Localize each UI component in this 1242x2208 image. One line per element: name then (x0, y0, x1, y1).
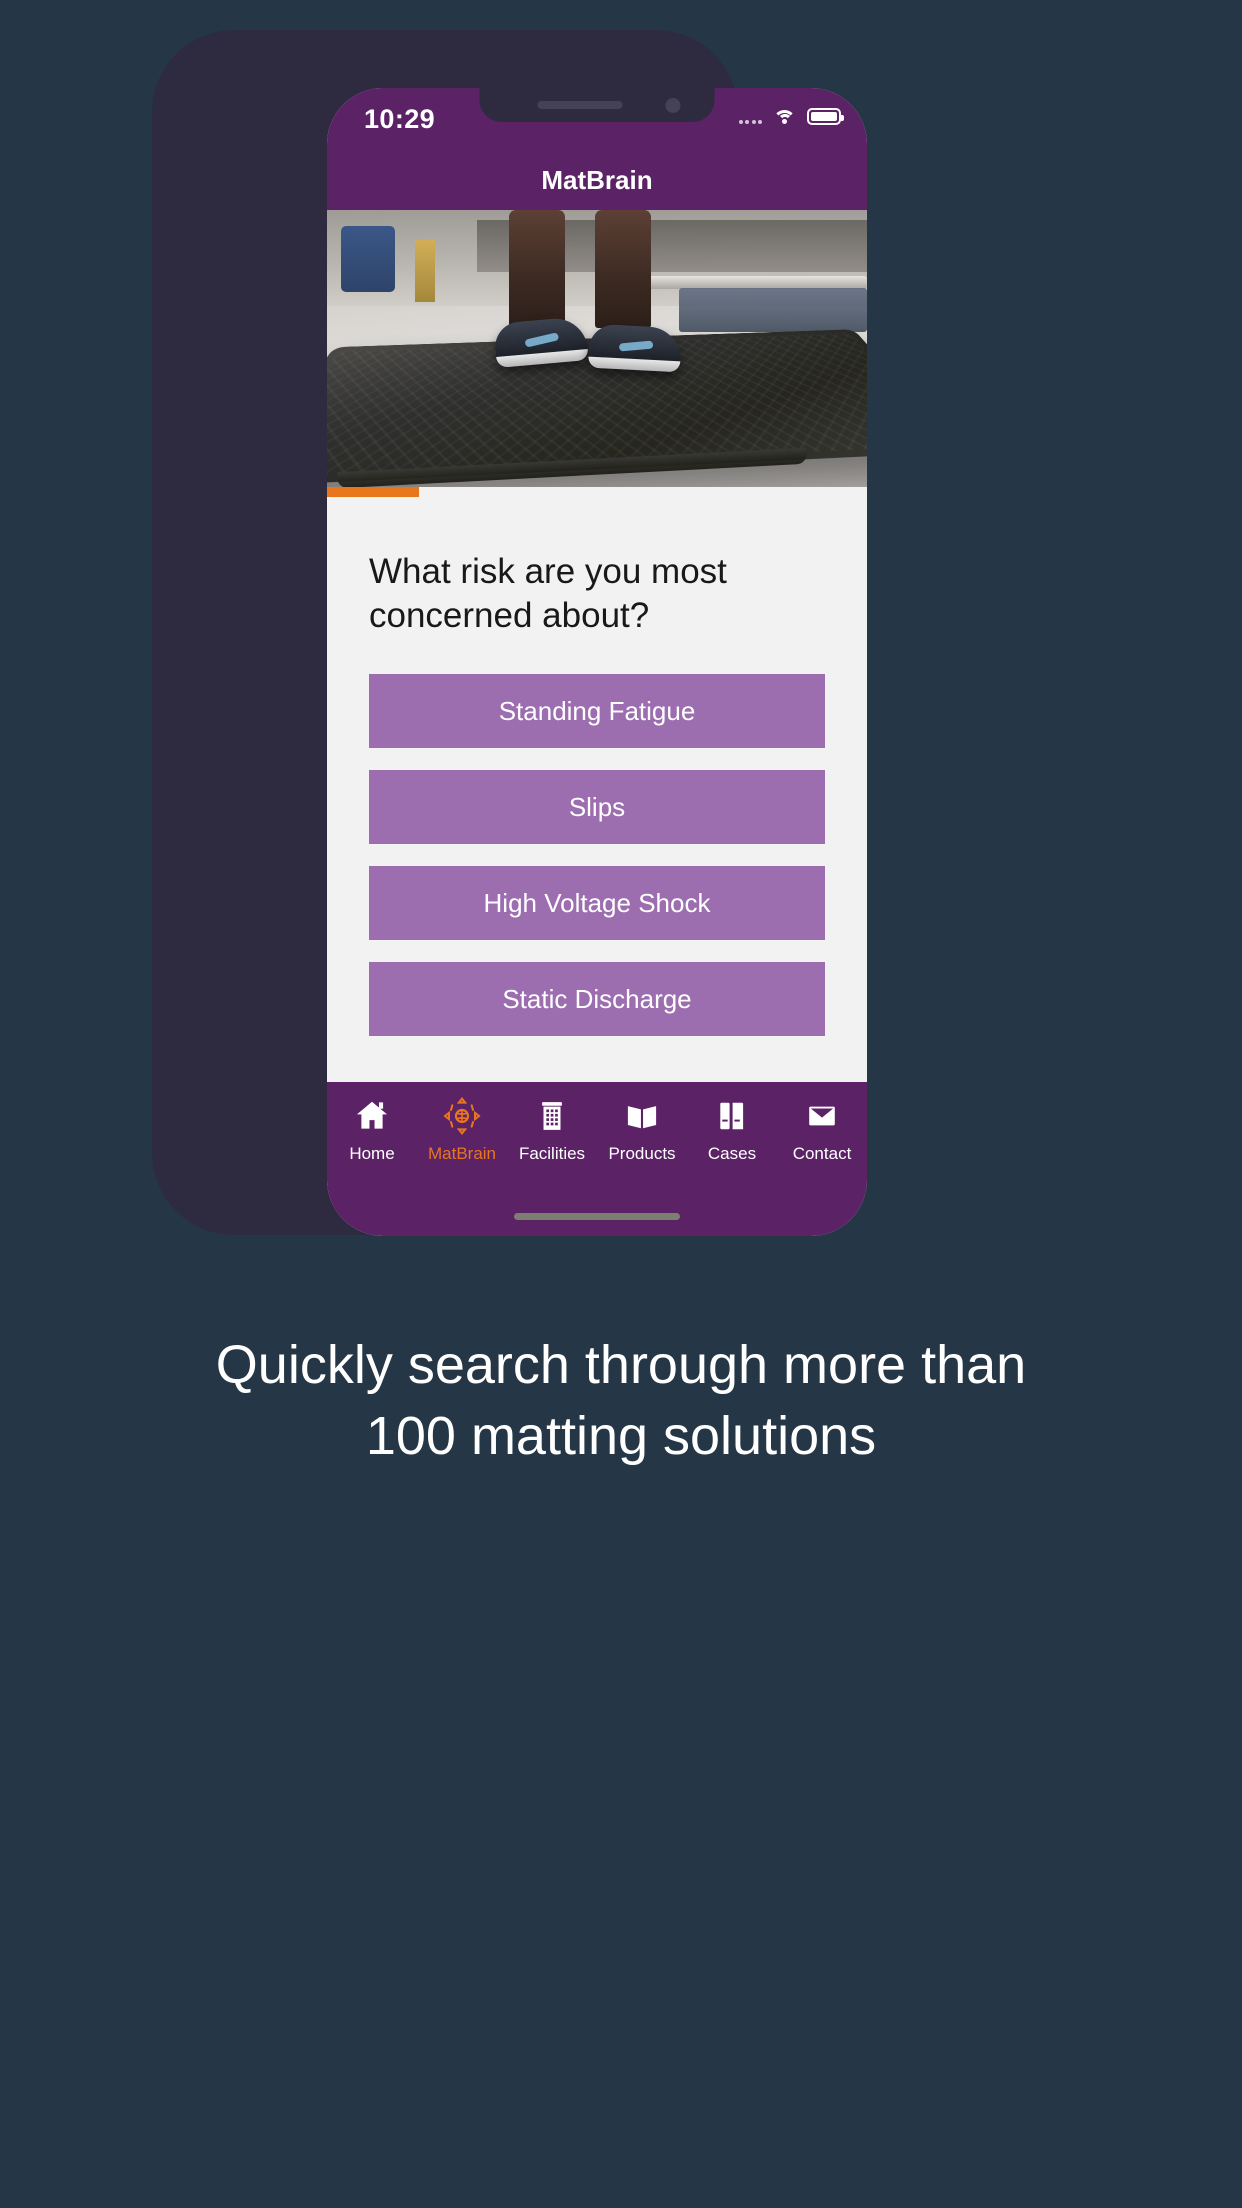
tab-products[interactable]: Products (597, 1094, 687, 1164)
signal-dots-icon (738, 110, 762, 124)
caption-line-2: 100 matting solutions (365, 1406, 877, 1467)
quiz-panel: What risk are you most concerned about? … (327, 497, 867, 1082)
app-title: MatBrain (541, 164, 653, 195)
tab-label: Facilities (518, 1144, 586, 1163)
tab-label: Cases (707, 1144, 757, 1163)
phone-screen: 10:29 MatBrain What risk are you most co… (327, 88, 867, 1236)
tab-matbrain[interactable]: MatBrain (417, 1094, 507, 1164)
home-icon (353, 1094, 391, 1138)
device-notch (479, 88, 715, 122)
caption-line-1: Quickly search through more than (215, 1335, 1027, 1395)
progress-bar (327, 487, 867, 497)
status-time: 10:29 (364, 104, 436, 134)
books-icon (714, 1094, 750, 1138)
quiz-option-button[interactable]: Static Discharge (369, 962, 825, 1036)
home-indicator[interactable] (514, 1213, 680, 1220)
tab-label: Products (608, 1144, 676, 1163)
building-icon (535, 1094, 569, 1138)
tab-label: Contact (792, 1144, 852, 1163)
wifi-icon (773, 108, 796, 125)
app-header: MatBrain (327, 150, 867, 210)
progress-bar-fill (327, 487, 419, 497)
quiz-option-button[interactable]: High Voltage Shock (369, 866, 825, 940)
battery-full-icon (807, 108, 844, 125)
envelope-icon (802, 1094, 842, 1138)
front-camera (665, 98, 681, 113)
tab-label: Home (349, 1144, 395, 1163)
speaker-grille (537, 101, 623, 109)
quiz-options: Standing Fatigue Slips High Voltage Shock S… (369, 674, 825, 1058)
quiz-option-button[interactable]: Standing Fatigue (369, 674, 825, 748)
tab-facilities[interactable]: Facilities (507, 1094, 597, 1164)
quiz-question: What risk are you most concerned about? (369, 552, 727, 635)
tab-contact[interactable]: Contact (777, 1094, 867, 1164)
caption: Quickly search through more than 100 mat… (0, 1330, 1242, 1473)
status-indicators (738, 108, 844, 125)
screenshot-root: 10:29 MatBrain What risk are you most co… (0, 0, 1242, 2208)
hero-image (327, 210, 867, 487)
tab-label: MatBrain (427, 1144, 497, 1163)
brain-icon (442, 1094, 482, 1138)
tab-home[interactable]: Home (327, 1094, 417, 1164)
phone-frame: 10:29 MatBrain What risk are you most co… (152, 30, 867, 1236)
book-open-icon (622, 1094, 662, 1138)
quiz-option-button[interactable]: Slips (369, 770, 825, 844)
tab-cases[interactable]: Cases (687, 1094, 777, 1164)
